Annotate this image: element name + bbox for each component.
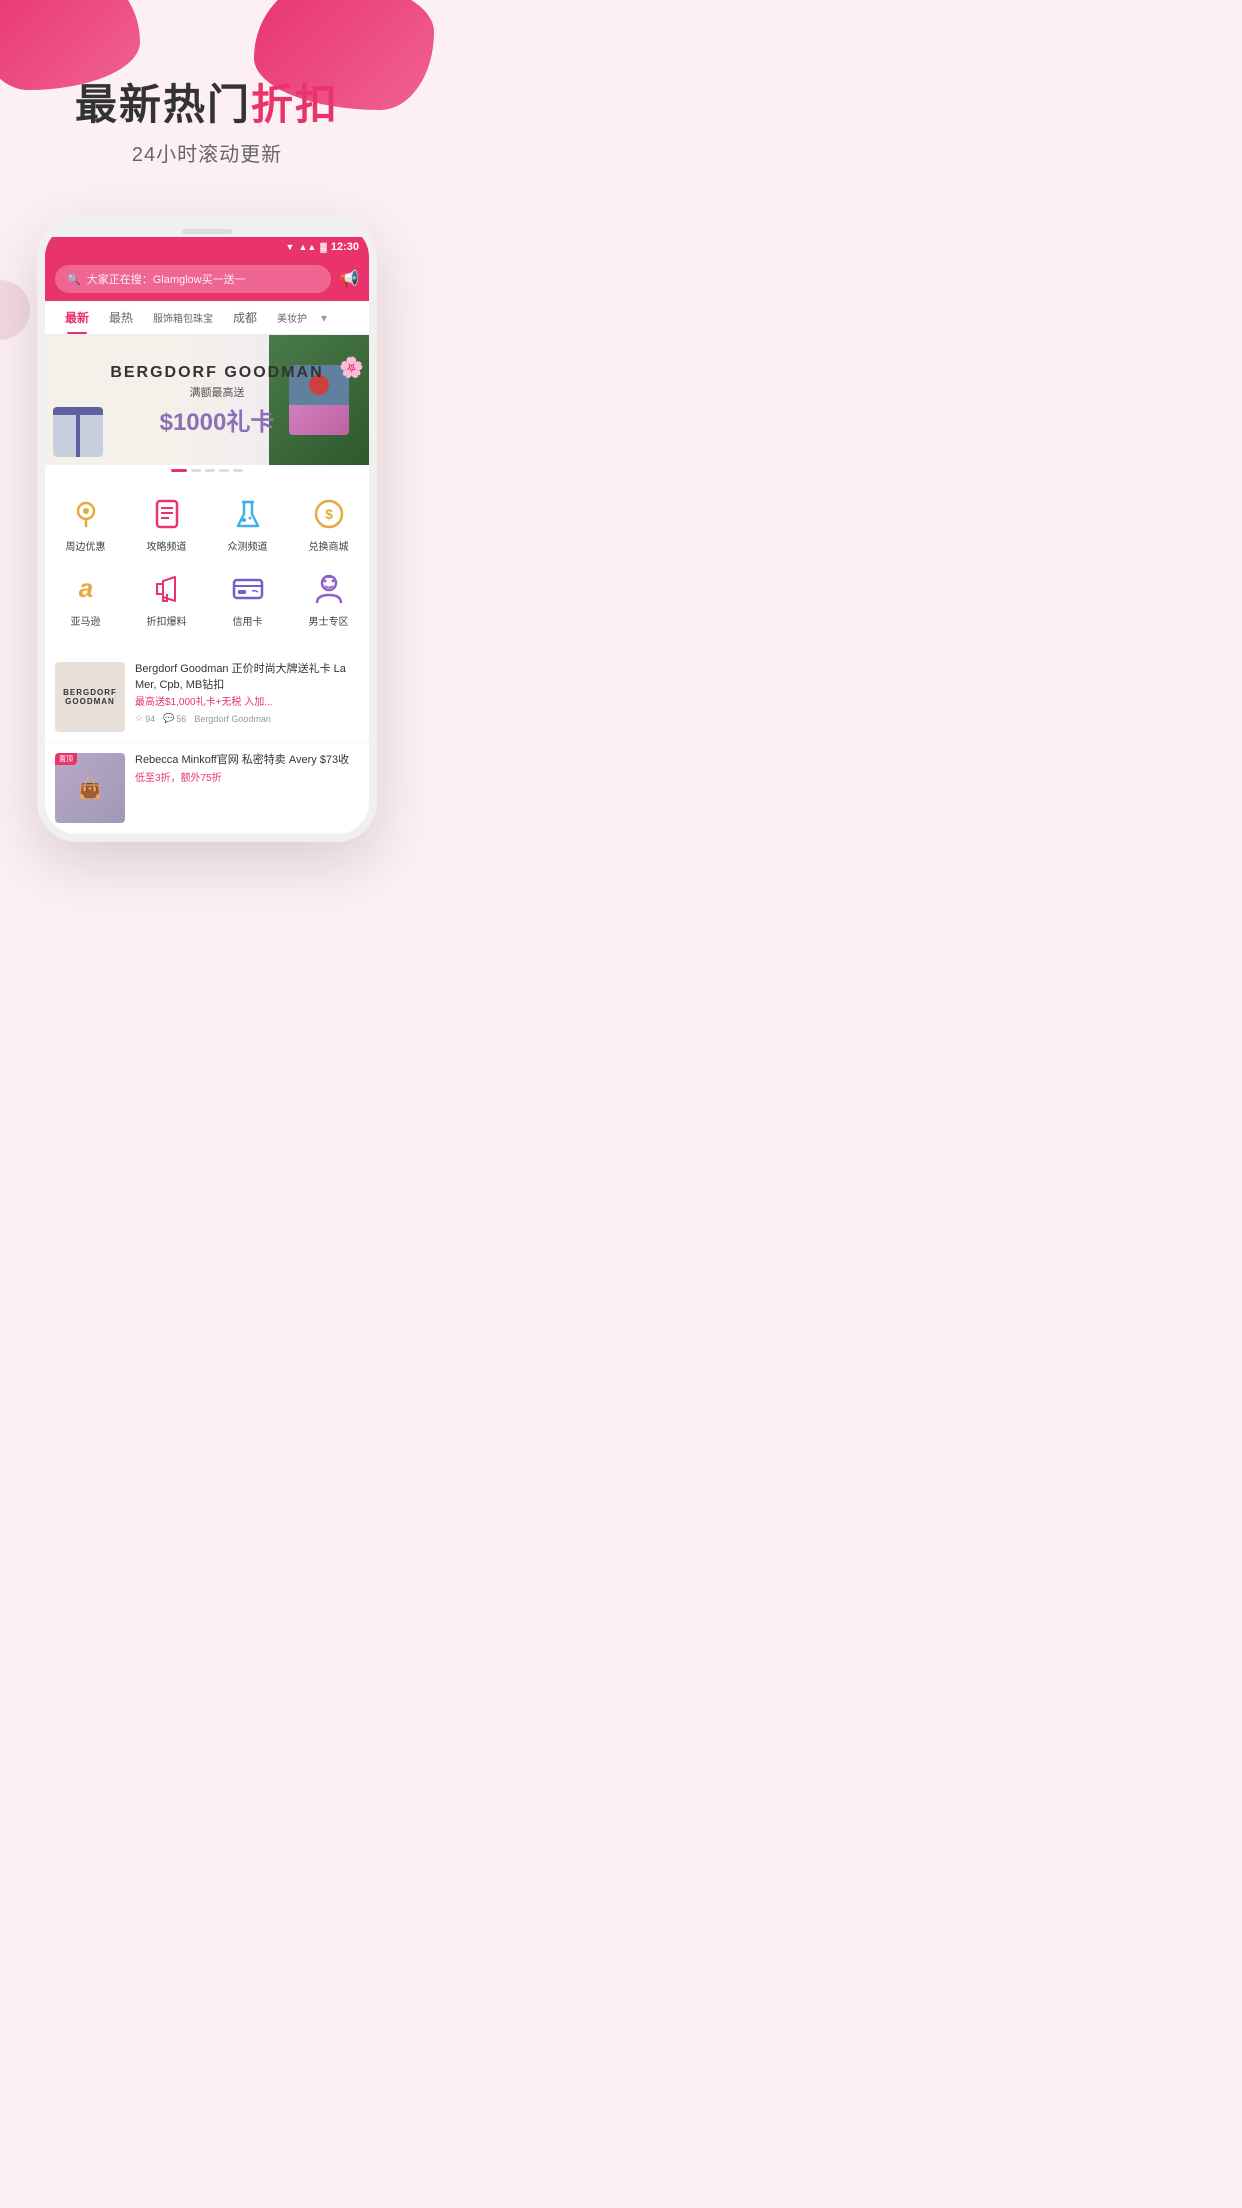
banner-content: BERGDORF GOODMAN 满额最高送 $1000礼卡 xyxy=(110,364,323,437)
wifi-icon: ▼ xyxy=(286,242,295,252)
avatar-icon xyxy=(311,571,347,607)
deal-meta-1: ☆ 94 💬 56 Bergdorf Goodman xyxy=(135,713,359,724)
credit-card-icon xyxy=(230,571,266,607)
deal-stars-1: ☆ 94 xyxy=(135,713,155,724)
category-men[interactable]: 男士专区 xyxy=(288,561,369,636)
tab-fashion[interactable]: 服饰箱包珠宝 xyxy=(143,302,223,333)
men-icon xyxy=(309,569,349,609)
phone-notch xyxy=(45,225,369,237)
category-amazon[interactable]: a 亚马逊 xyxy=(45,561,126,636)
exchange-icon: $ xyxy=(309,494,349,534)
svg-text:$: $ xyxy=(325,506,333,522)
category-nearby[interactable]: 周边优惠 xyxy=(45,486,126,561)
bag-emoji: 👜 xyxy=(78,776,103,801)
location-icon xyxy=(68,496,104,532)
search-text: 大家正在搜：Glamglow买一送一 xyxy=(87,271,246,287)
hero-title: 最新热门折扣 xyxy=(20,80,394,130)
category-deals[interactable]: 折扣爆料 xyxy=(126,561,207,636)
phone-speaker xyxy=(182,229,232,234)
hero-title-part1: 最新热门 xyxy=(75,81,251,128)
credit-icon xyxy=(228,569,268,609)
deal-desc-1: 最高送$1,000礼卡+无税 入加... xyxy=(135,696,359,709)
men-label: 男士专区 xyxy=(309,613,349,628)
deals-label: 折扣爆料 xyxy=(147,613,187,628)
category-test[interactable]: 众测频道 xyxy=(207,486,288,561)
search-bar-container: 🔍 大家正在搜：Glamglow买一送一 📢 xyxy=(45,257,369,301)
deal-title-1: Bergdorf Goodman 正价时尚大牌送礼卡 La Mer, Cpb, … xyxy=(135,662,359,693)
tab-more-icon[interactable]: ▾ xyxy=(317,303,331,333)
nav-tabs: 最新 最热 服饰箱包珠宝 成都 美妆护 ▾ xyxy=(45,301,369,335)
guide-icon xyxy=(147,494,187,534)
deal-info-2: Rebecca Minkoff官网 私密特卖 Avery $73收 低至3折，额… xyxy=(135,753,359,823)
status-time: 12:30 xyxy=(331,241,359,253)
dot-3 xyxy=(205,469,215,472)
tab-latest[interactable]: 最新 xyxy=(55,301,99,334)
amazon-logo-icon: a xyxy=(68,571,104,607)
tab-beauty[interactable]: 美妆护 xyxy=(267,302,317,333)
category-credit[interactable]: 信用卡 xyxy=(207,561,288,636)
battery-icon: ▓ xyxy=(320,242,327,252)
phone-mockup: ▼ ▲▲ ▓ 12:30 🔍 大家正在搜：Glamglow买一送一 📢 最新 最… xyxy=(37,217,377,842)
deal-item-1[interactable]: BERGDORFGOODMAN Bergdorf Goodman 正价时尚大牌送… xyxy=(45,652,369,743)
test-label: 众测频道 xyxy=(228,538,268,553)
deal-thumb-2: 置顶 👜 xyxy=(55,753,125,823)
deal-info-1: Bergdorf Goodman 正价时尚大牌送礼卡 La Mer, Cpb, … xyxy=(135,662,359,732)
deal-item-2[interactable]: 置顶 👜 Rebecca Minkoff官网 私密特卖 Avery $73收 低… xyxy=(45,743,369,834)
banner[interactable]: BERGDORF GOODMAN 满额最高送 $1000礼卡 🌸 xyxy=(45,335,369,465)
banner-gift xyxy=(53,407,103,457)
credit-label: 信用卡 xyxy=(233,613,263,628)
category-guide[interactable]: 攻略频道 xyxy=(126,486,207,561)
banner-dots xyxy=(45,465,369,476)
tab-hot[interactable]: 最热 xyxy=(99,301,143,334)
deal-title-2: Rebecca Minkoff官网 私密特卖 Avery $73收 xyxy=(135,753,359,768)
category-exchange[interactable]: $ 兑换商城 xyxy=(288,486,369,561)
svg-text:a: a xyxy=(78,573,92,603)
pinned-badge: 置顶 xyxy=(55,753,77,765)
deal-source-1: Bergdorf Goodman xyxy=(194,714,271,724)
dot-1 xyxy=(171,469,187,472)
dot-4 xyxy=(219,469,229,472)
hero-section: 最新热门折扣 24小时滚动更新 xyxy=(0,0,414,197)
deal-desc-2: 低至3折，额外75折 xyxy=(135,772,359,785)
status-bar: ▼ ▲▲ ▓ 12:30 xyxy=(45,237,369,257)
category-grid: 周边优惠 攻略频道 xyxy=(45,476,369,646)
comment-icon: 💬 xyxy=(163,713,174,724)
deals-icon xyxy=(147,569,187,609)
banner-subtitle: 满额最高送 xyxy=(110,384,323,400)
nearby-icon xyxy=(66,494,106,534)
signal-icon: ▲▲ xyxy=(298,242,316,252)
star-icon: ☆ xyxy=(135,713,143,724)
search-icon: 🔍 xyxy=(67,273,81,286)
guide-label: 攻略频道 xyxy=(147,538,187,553)
flask-icon xyxy=(230,496,266,532)
banner-amount: $1000礼卡 xyxy=(110,402,323,437)
decorative-blob-mid xyxy=(0,280,30,340)
megaphone-icon xyxy=(149,571,185,607)
tab-city[interactable]: 成都 xyxy=(223,301,267,334)
deal-comments-1: 💬 56 xyxy=(163,713,186,724)
dot-5 xyxy=(233,469,243,472)
bergdorf-logo: BERGDORFGOODMAN xyxy=(63,688,117,707)
amazon-label: 亚马逊 xyxy=(71,613,101,628)
content-list: BERGDORFGOODMAN Bergdorf Goodman 正价时尚大牌送… xyxy=(45,652,369,834)
test-icon xyxy=(228,494,268,534)
hero-subtitle: 24小时滚动更新 xyxy=(20,138,394,167)
deal-thumb-1: BERGDORFGOODMAN xyxy=(55,662,125,732)
exchange-label: 兑换商城 xyxy=(309,538,349,553)
banner-brand: BERGDORF GOODMAN xyxy=(110,364,323,382)
document-icon xyxy=(149,496,185,532)
hero-title-highlight: 折扣 xyxy=(251,81,339,128)
search-bar[interactable]: 🔍 大家正在搜：Glamglow买一送一 xyxy=(55,265,331,293)
nearby-label: 周边优惠 xyxy=(66,538,106,553)
amazon-icon: a xyxy=(66,569,106,609)
status-icons: ▼ ▲▲ ▓ 12:30 xyxy=(286,241,359,253)
dollar-icon: $ xyxy=(311,496,347,532)
dot-2 xyxy=(191,469,201,472)
announce-icon[interactable]: 📢 xyxy=(339,269,359,289)
